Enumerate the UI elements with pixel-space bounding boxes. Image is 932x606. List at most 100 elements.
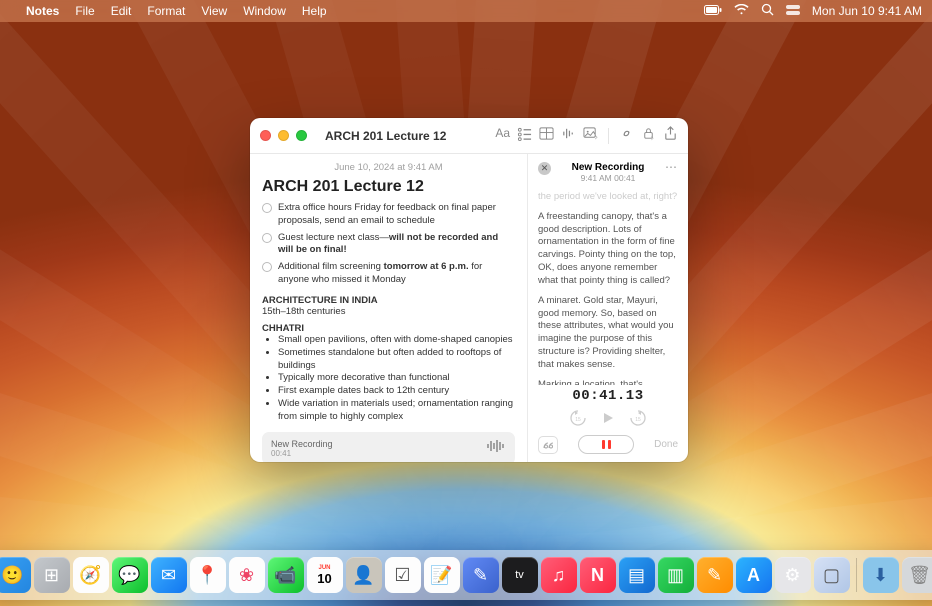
list-item: Sometimes standalone but often added to … [278, 347, 515, 373]
svg-text:15: 15 [635, 417, 641, 423]
audio-icon[interactable] [561, 126, 576, 146]
window-title: ARCH 201 Lecture 12 [325, 129, 446, 143]
transcript-paragraph: A minaret. Gold star, Mayuri, good memor… [538, 295, 678, 372]
dock-trash[interactable]: 🗑 [902, 557, 932, 593]
dock-app-launchpad[interactable]: ⊞ [34, 557, 70, 593]
menu-file[interactable]: File [75, 4, 94, 18]
dock-app-keynote[interactable]: ▤ [619, 557, 655, 593]
dock-app-finder[interactable]: 🙂 [0, 557, 31, 593]
play-icon[interactable] [601, 411, 615, 425]
recording-title: New Recording [271, 439, 333, 449]
menubar-clock[interactable]: Mon Jun 10 9:41 AM [812, 4, 922, 18]
pause-icon [602, 440, 611, 449]
recording-attachment[interactable]: New Recording 00:41 [262, 432, 515, 462]
checkbox-icon[interactable] [262, 203, 272, 213]
recording-header-subtitle: 9:41 AM 00:41 [561, 173, 655, 183]
menubar-app[interactable]: Notes [26, 4, 59, 18]
control-center-icon[interactable] [786, 4, 800, 18]
dock-container: 🙂 ⊞ 🧭 💬 ✉︎ 📍 ❀ 📹 JUN10 👤 ☑︎ 📝 ✎ tv ♫ N ▤… [0, 550, 932, 600]
dock-app-music[interactable]: ♫ [541, 557, 577, 593]
dock-app-numbers[interactable]: ▥ [658, 557, 694, 593]
titlebar[interactable]: ARCH 201 Lecture 12 Aa [250, 118, 688, 154]
dock-app-photos[interactable]: ❀ [229, 557, 265, 593]
close-icon[interactable]: ✕ [538, 162, 551, 175]
dock-app-messages[interactable]: 💬 [112, 557, 148, 593]
menu-view[interactable]: View [201, 4, 227, 18]
checklist-item[interactable]: Extra office hours Friday for feedback o… [262, 202, 515, 228]
dock-app-mail[interactable]: ✉︎ [151, 557, 187, 593]
menu-edit[interactable]: Edit [111, 4, 132, 18]
transcript-body[interactable]: the period we've looked at, right? A fre… [538, 191, 678, 385]
dock-app-pages[interactable]: ✎ [697, 557, 733, 593]
note-title: ARCH 201 Lecture 12 [262, 178, 515, 196]
dock-app-notes[interactable]: 📝 [424, 557, 460, 593]
checklist-icon[interactable] [517, 126, 532, 146]
list-item: First example dates back to 12th century [278, 385, 515, 398]
section-subheading: 15th–18th centuries [262, 306, 515, 317]
share-icon[interactable] [663, 126, 678, 146]
window-close-button[interactable] [260, 130, 271, 141]
quote-icon[interactable] [538, 436, 558, 454]
more-icon[interactable]: ⋯ [665, 162, 678, 172]
list-item: Small open pavilions, often with dome-sh… [278, 334, 515, 347]
wifi-icon[interactable] [734, 4, 749, 18]
svg-text:15: 15 [575, 417, 581, 423]
dock-app-safari[interactable]: 🧭 [73, 557, 109, 593]
list-item: Typically more decorative than functiona… [278, 372, 515, 385]
dock-app-freeform[interactable]: ✎ [463, 557, 499, 593]
dock-downloads[interactable]: ⬇︎ [863, 557, 899, 593]
dock: 🙂 ⊞ 🧭 💬 ✉︎ 📍 ❀ 📹 JUN10 👤 ☑︎ 📝 ✎ tv ♫ N ▤… [0, 550, 932, 600]
dock-app-mirroring[interactable]: ▢ [814, 557, 850, 593]
checkbox-icon[interactable] [262, 233, 272, 243]
note-pane[interactable]: June 10, 2024 at 9:41 AM ARCH 201 Lectur… [250, 154, 528, 462]
dock-app-settings[interactable]: ⚙︎ [775, 557, 811, 593]
lock-icon[interactable] [641, 126, 656, 146]
dock-app-appstore[interactable]: A [736, 557, 772, 593]
window-zoom-button[interactable] [296, 130, 307, 141]
dock-app-tv[interactable]: tv [502, 557, 538, 593]
recording-timer: 00:41.13 [538, 388, 678, 404]
section-heading: ARCHITECTURE IN INDIA [262, 295, 515, 306]
traffic-lights [260, 130, 307, 141]
transcript-paragraph: Marking a location, that's interesting. … [538, 379, 678, 385]
window-minimize-button[interactable] [278, 130, 289, 141]
table-icon[interactable] [539, 126, 554, 146]
checkbox-icon[interactable] [262, 262, 272, 272]
toolbar-separator [608, 128, 609, 144]
dock-app-news[interactable]: N [580, 557, 616, 593]
transcript-line-faded: the period we've looked at, right? [538, 191, 678, 204]
checklist-item[interactable]: Additional film screening tomorrow at 6 … [262, 261, 515, 287]
link-icon[interactable] [619, 126, 634, 146]
notes-window: ARCH 201 Lecture 12 Aa June 10, 2024 at … [250, 118, 688, 462]
dock-app-maps[interactable]: 📍 [190, 557, 226, 593]
playback-controls: 15 15 [538, 409, 678, 427]
dock-app-facetime[interactable]: 📹 [268, 557, 304, 593]
checklist: Extra office hours Friday for feedback o… [262, 202, 515, 287]
dock-separator [856, 558, 857, 592]
sub-heading: CHHATRI [262, 323, 515, 334]
checklist-item[interactable]: Guest lecture next class—will not be rec… [262, 232, 515, 258]
skip-back-icon[interactable]: 15 [569, 409, 587, 427]
dock-app-contacts[interactable]: 👤 [346, 557, 382, 593]
record-pause-button[interactable] [578, 435, 634, 454]
spotlight-icon[interactable] [761, 3, 774, 19]
list-item: Wide variation in materials used; orname… [278, 398, 515, 424]
toolbar: Aa [495, 126, 678, 146]
battery-icon[interactable] [704, 4, 722, 18]
note-date: June 10, 2024 at 9:41 AM [262, 162, 515, 173]
menubar: Notes File Edit Format View Window Help … [0, 0, 932, 22]
dock-app-reminders[interactable]: ☑︎ [385, 557, 421, 593]
menu-help[interactable]: Help [302, 4, 327, 18]
bullet-list: Small open pavilions, often with dome-sh… [262, 334, 515, 424]
dock-app-calendar[interactable]: JUN10 [307, 557, 343, 593]
recording-duration: 00:41 [271, 449, 333, 458]
menu-format[interactable]: Format [147, 4, 185, 18]
recording-header-title: New Recording [561, 162, 655, 173]
waveform-icon [486, 439, 506, 458]
skip-forward-icon[interactable]: 15 [629, 409, 647, 427]
done-button[interactable]: Done [654, 439, 678, 450]
transcript-paragraph: A freestanding canopy, that's a good des… [538, 211, 678, 288]
media-icon[interactable] [583, 126, 598, 146]
format-icon[interactable]: Aa [495, 126, 510, 146]
menu-window[interactable]: Window [243, 4, 286, 18]
